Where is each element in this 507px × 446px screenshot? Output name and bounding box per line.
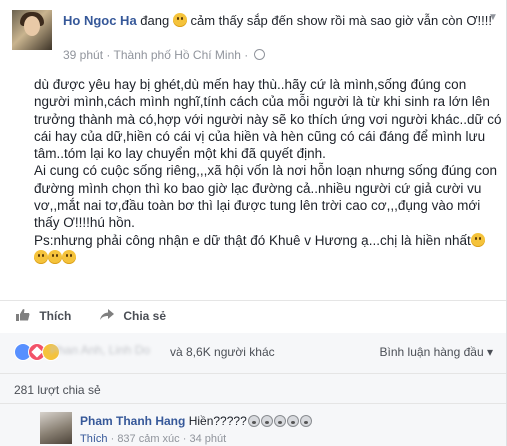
post-author-name[interactable]: Ho Ngoc Ha xyxy=(63,13,137,28)
fear-emoji-icon xyxy=(260,415,273,427)
smile-emoji-icon xyxy=(34,249,48,264)
fear-emoji-icon xyxy=(273,415,286,427)
post-paragraph-3-text: Ps:nhưng phải công nhận e dữ thật đó Khu… xyxy=(34,232,471,248)
comment-reaction-count[interactable]: 837 cảm xúc xyxy=(117,433,179,445)
smile-emoji-icon xyxy=(48,249,62,264)
facebook-post-card: Ho Ngoc Ha đang cảm thấy sắp đến show rồ… xyxy=(0,0,507,446)
post-body: dù được yêu hay bị ghét,dù mến hay thù..… xyxy=(34,76,502,266)
comment-footer: Thích · 837 cảm xúc · 34 phút xyxy=(80,433,226,445)
post-headline: Ho Ngoc Ha đang cảm thấy sắp đến show rồ… xyxy=(63,12,493,29)
post-paragraph-3: Ps:nhưng phải công nhận e dữ thật đó Khu… xyxy=(34,232,502,267)
like-label: Thích xyxy=(39,309,72,323)
thumbs-up-icon xyxy=(16,309,30,321)
author-avatar[interactable] xyxy=(12,10,52,50)
commenter-avatar[interactable] xyxy=(40,412,72,444)
comment-sort-dropdown[interactable]: Bình luận hàng đầu ▾ xyxy=(380,345,493,359)
comment-separator: · xyxy=(110,433,115,445)
share-arrow-icon xyxy=(100,309,114,320)
comment-item: Pham Thanh Hang Hiền????? Thích · 837 cả… xyxy=(0,403,506,446)
chevron-down-icon[interactable]: ▼ xyxy=(488,12,498,23)
post-location[interactable]: Thành phố Hồ Chí Minh xyxy=(114,48,241,62)
share-label: Chia sẻ xyxy=(123,309,167,323)
like-button[interactable]: Thích xyxy=(16,309,71,323)
fear-emoji-icon xyxy=(286,415,299,427)
smile-emoji-icon xyxy=(62,249,76,264)
smile-emoji-icon xyxy=(172,13,187,27)
smile-emoji-icon xyxy=(470,232,485,247)
globe-icon xyxy=(253,49,265,60)
share-button[interactable]: Chia sẻ xyxy=(100,309,166,323)
post-paragraph-2: Ai cung có cuộc sống riêng,,,xã hội vốn … xyxy=(34,163,497,231)
reactor-names-blurred[interactable]: Phan Anh, Linh Do xyxy=(50,343,168,357)
comment-sort-label: Bình luận hàng đầu xyxy=(379,345,484,359)
meta-separator-2: · xyxy=(244,48,249,62)
post-meta: 39 phút · Thành phố Hồ Chí Minh · xyxy=(63,48,265,62)
feeling-prefix: đang xyxy=(140,13,170,28)
commenter-name[interactable]: Pham Thanh Hang xyxy=(80,414,185,428)
comment-time[interactable]: 34 phút xyxy=(189,433,226,445)
comment-like-button[interactable]: Thích xyxy=(80,433,108,445)
comment-text: Hiền????? xyxy=(188,414,247,428)
comment-line: Pham Thanh Hang Hiền????? xyxy=(80,414,312,428)
share-count-row: 281 lượt chia sẻ xyxy=(0,373,506,404)
post-header: Ho Ngoc Ha đang cảm thấy sắp đến show rồ… xyxy=(12,10,502,62)
avatar-face xyxy=(24,16,40,36)
reactions-row: Phan Anh, Linh Do và 8,6K người khác Bìn… xyxy=(0,333,506,373)
fear-emoji-icon xyxy=(247,415,260,427)
post-paragraph-1: dù được yêu hay bị ghét,dù mến hay thù..… xyxy=(34,77,502,162)
share-count[interactable]: 281 lượt chia sẻ xyxy=(14,383,101,397)
post-time[interactable]: 39 phút xyxy=(63,48,103,62)
comment-separator-2: · xyxy=(182,433,187,445)
fear-emoji-icon xyxy=(299,415,312,427)
feeling-text: cảm thấy sắp đến show rồi mà sao giờ vẫn… xyxy=(190,13,492,28)
chevron-down-icon: ▾ xyxy=(486,345,493,359)
reactor-others-count[interactable]: và 8,6K người khác xyxy=(170,345,275,359)
meta-separator: · xyxy=(106,48,111,62)
post-action-bar: Thích Chia sẻ xyxy=(0,300,506,334)
